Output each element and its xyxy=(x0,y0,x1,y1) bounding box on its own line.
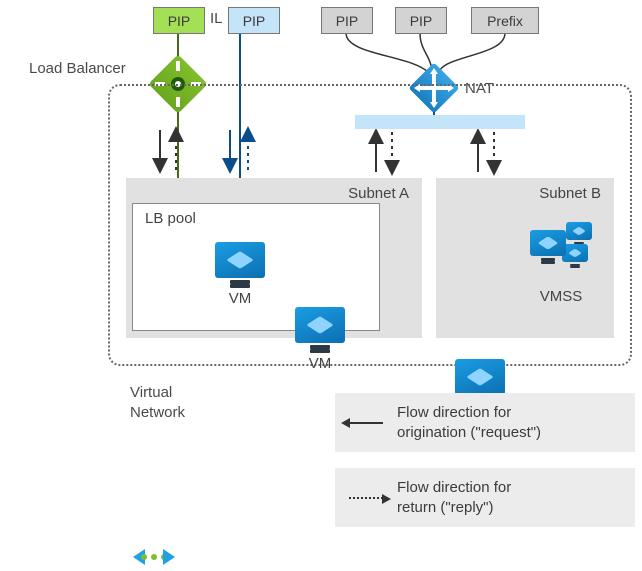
il-label: IL xyxy=(210,10,223,27)
legend-request-text: Flow direction for origination ("request… xyxy=(397,403,541,442)
subnet-a-label: Subnet A xyxy=(348,185,409,202)
vm-1-label: VM xyxy=(212,290,268,307)
prefix-label: Prefix xyxy=(487,13,523,29)
monitor-icon xyxy=(215,242,265,278)
vn-line1: Virtual xyxy=(130,383,185,403)
vmss-label: VMSS xyxy=(530,288,592,305)
arrow-solid-icon xyxy=(349,422,383,424)
pip-gray-1-box: PIP xyxy=(321,7,373,34)
monitor-icon xyxy=(455,359,505,395)
prefix-box: Prefix xyxy=(471,7,539,34)
pip-gray-1-label: PIP xyxy=(336,13,359,29)
virtual-network-label: Virtual Network xyxy=(130,383,185,422)
pip-blue-label: PIP xyxy=(243,13,266,29)
load-balancer-label: Load Balancer xyxy=(29,60,126,77)
pip-gray-2-label: PIP xyxy=(410,13,433,29)
lb-pool-label: LB pool xyxy=(145,210,196,227)
legend-request: Flow direction for origination ("request… xyxy=(335,393,635,452)
pip-green-label: PIP xyxy=(168,13,191,29)
pip-gray-2-box: PIP xyxy=(395,7,447,34)
arrow-dotted-icon xyxy=(349,497,383,499)
monitor-icon xyxy=(295,307,345,343)
vmss-cluster-icon xyxy=(530,222,592,276)
vm-2: VM xyxy=(292,307,348,372)
diagram-canvas: PIP IL PIP PIP PIP Prefix Load Balancer xyxy=(0,0,642,553)
vn-line2: Network xyxy=(130,403,185,423)
subnet-b-label: Subnet B xyxy=(539,185,601,202)
virtual-network-icon xyxy=(126,543,182,571)
pip-blue-box: PIP xyxy=(228,7,280,34)
pip-green-box: PIP xyxy=(153,7,205,34)
vm-2-label: VM xyxy=(292,355,348,372)
vm-1: VM xyxy=(212,242,268,307)
vmss: VMSS xyxy=(530,222,592,305)
legend-reply-text: Flow direction for return ("reply") xyxy=(397,478,511,517)
legend-reply: Flow direction for return ("reply") xyxy=(335,468,635,527)
